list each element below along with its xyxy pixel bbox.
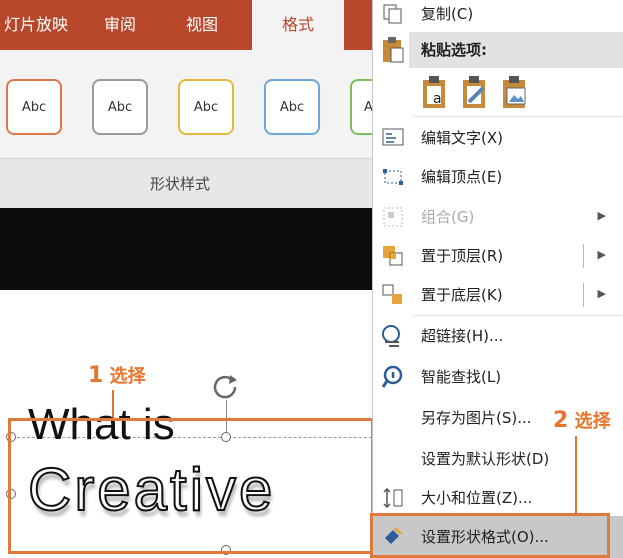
bring-to-front-icon xyxy=(381,244,405,268)
menu-item-smart-lookup[interactable]: 智能查找(L) xyxy=(373,357,623,397)
hyperlink-icon xyxy=(381,324,405,348)
context-menu: 复制(C) 粘贴选项: a 编辑文字(X) 编辑顶点(E) 组合(G) ▶ 置于… xyxy=(372,0,623,558)
edit-points-icon xyxy=(381,165,405,189)
paste-icon xyxy=(381,36,405,64)
submenu-arrow-icon: ▶ xyxy=(598,209,606,222)
tab-slideshow[interactable]: 灯片放映 xyxy=(0,0,84,50)
tab-view[interactable]: 视图 xyxy=(186,0,218,50)
menu-item-bring-to-front[interactable]: 置于顶层(R) ▶ xyxy=(373,236,623,276)
shape-styles-group: 形状样式 xyxy=(0,158,372,209)
split-divider xyxy=(583,244,584,268)
annotation-leader-2 xyxy=(575,436,577,514)
shape-styles-gallery: Abc Abc Abc Abc A xyxy=(0,50,372,158)
split-divider xyxy=(583,283,584,307)
edit-text-icon xyxy=(381,126,405,150)
tab-review[interactable]: 审阅 xyxy=(104,0,136,50)
menu-item-set-default-shape[interactable]: 设置为默认形状(D) xyxy=(373,439,623,479)
shape-style-blue[interactable]: Abc xyxy=(264,79,320,135)
shape-style-gray[interactable]: Abc xyxy=(92,79,148,135)
shape-style-gold[interactable]: Abc xyxy=(178,79,234,135)
rotate-icon[interactable] xyxy=(210,372,240,402)
send-to-back-icon xyxy=(381,283,405,307)
menu-item-edit-points[interactable]: 编辑顶点(E) xyxy=(373,157,623,197)
slide-dark-band xyxy=(0,208,372,290)
paste-destination-theme-icon[interactable] xyxy=(461,76,491,110)
menu-item-copy[interactable]: 复制(C) xyxy=(373,0,623,34)
menu-item-size-position[interactable]: 大小和位置(Z)... xyxy=(373,478,623,518)
paste-keep-source-icon[interactable]: a xyxy=(421,76,451,110)
size-position-icon xyxy=(381,486,405,510)
submenu-arrow-icon[interactable]: ▶ xyxy=(598,248,606,261)
menu-highlight-box xyxy=(370,513,610,558)
copy-icon xyxy=(381,2,405,26)
group-icon xyxy=(381,205,405,229)
menu-item-send-to-back[interactable]: 置于底层(K) ▶ xyxy=(373,275,623,315)
smart-lookup-icon xyxy=(381,365,405,389)
group-label: 形状样式 xyxy=(150,173,210,194)
shape-style-orange[interactable]: Abc xyxy=(6,79,62,135)
submenu-arrow-icon[interactable]: ▶ xyxy=(598,287,606,300)
paste-picture-icon[interactable] xyxy=(501,76,531,110)
selection-highlight-box xyxy=(8,418,374,554)
ribbon-tab-bar: 灯片放映 审阅 视图 格式 xyxy=(0,0,372,50)
annotation-step-1: 1 选择 xyxy=(88,362,146,388)
menu-item-group: 组合(G) ▶ xyxy=(373,197,623,237)
menu-separator xyxy=(413,116,623,117)
paste-options-header: 粘贴选项: xyxy=(409,32,623,68)
menu-item-hyperlink[interactable]: 超链接(H)... xyxy=(373,316,623,356)
tab-format[interactable]: 格式 xyxy=(252,0,344,50)
menu-item-edit-text[interactable]: 编辑文字(X) xyxy=(373,118,623,158)
annotation-step-2: 2 选择 xyxy=(553,407,611,433)
svg-text:a: a xyxy=(433,91,442,107)
